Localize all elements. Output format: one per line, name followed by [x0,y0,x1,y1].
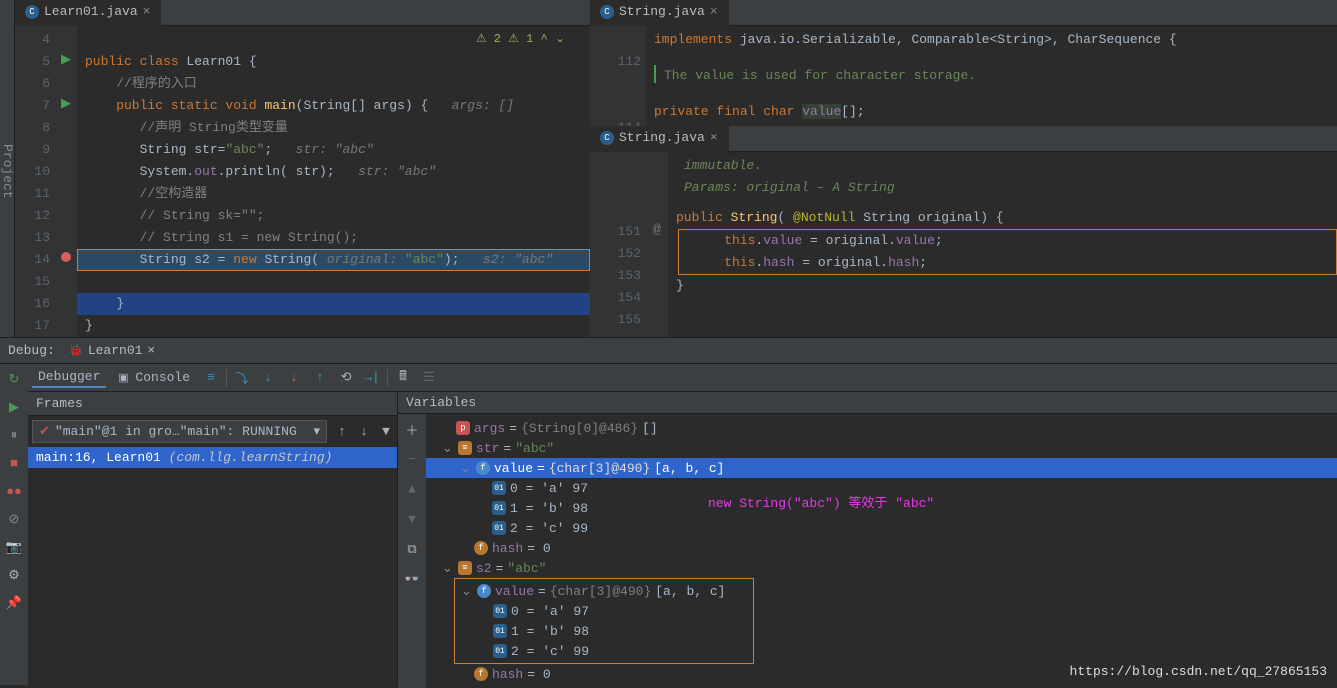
expand-icon[interactable]: ⌄ [460,461,472,476]
close-icon[interactable]: × [710,130,718,145]
variables-title: Variables [406,395,476,410]
index-badge-icon: 01 [492,521,506,535]
settings-icon[interactable]: ⚙ [3,564,25,586]
run-icon[interactable]: ▶ [61,52,71,67]
close-icon[interactable]: × [147,343,155,358]
index-badge-icon: 01 [493,604,507,618]
check-icon: ✔ [39,424,50,439]
line-numbers: 112114115 [590,26,646,126]
code-area[interactable]: ⚠ 2 ⚠ 1 ^ ⌄ public class Learn01 { //程序的… [77,26,590,337]
tab-learn01[interactable]: C Learn01.java × [15,0,161,26]
debug-session-tab[interactable]: 🐞Learn01× [63,341,161,360]
java-class-icon: C [25,5,39,19]
debug-toolwindow-header: Debug: 🐞Learn01× [0,338,1337,364]
trace-icon[interactable]: ☰ [418,367,440,389]
field-badge-icon: f [474,541,488,555]
debugger-tab[interactable]: Debugger [32,367,106,388]
threads-icon[interactable]: ≡ [200,367,222,389]
var-str-hash[interactable]: fhash = 0 [426,538,1337,558]
index-badge-icon: 01 [492,481,506,495]
evaluate-icon[interactable]: 🖩 [392,367,414,389]
var-index[interactable]: 010 = 'a' 97 [455,601,753,621]
console-icon: ▣ [116,371,130,385]
expand-icon[interactable]: ⌄ [442,561,454,576]
var-s2-hash[interactable]: fhash = 0 [426,664,1337,684]
expand-icon[interactable]: ⌄ [442,441,454,456]
project-tool-window-stripe[interactable]: Project [0,0,15,337]
stack-frame[interactable]: main:16, Learn01 (com.llg.learnString) [28,447,397,468]
view-breakpoints-icon[interactable]: ●● [3,480,25,502]
var-args[interactable]: pargs = {String[0]@486} [] [426,418,1337,438]
filter-icon[interactable]: ▼ [375,421,397,443]
force-step-into-icon[interactable]: ↓ [283,367,305,389]
pin-icon[interactable]: 📌 [3,592,25,614]
object-badge-icon: ≡ [458,561,472,575]
down-icon[interactable]: ▼ [401,508,423,530]
mute-breakpoints-icon[interactable]: ⊘ [3,508,25,530]
next-frame-icon[interactable]: ↓ [353,421,375,443]
debug-toolbar: Debugger ▣Console ≡ ⤵ ↓ ↓ ↑ ⟲ →| 🖩 ☰ [28,364,1337,392]
java-class-icon: C [600,5,614,19]
chevron-down-icon[interactable]: ▾ [313,424,320,439]
rerun-icon[interactable]: ↻ [3,368,25,390]
var-str-value[interactable]: ⌄fvalue = {char[3]@490} [a, b, c] [426,458,1337,478]
debug-icon: 🐞 [69,344,83,358]
var-s2[interactable]: ⌄≡s2 = "abc" [426,558,1337,578]
problems-badge[interactable]: ⚠ 2 ⚠ 1 ^ ⌄ [476,31,565,46]
var-index[interactable]: 012 = 'c' 99 [455,641,753,661]
up-icon[interactable]: ▲ [401,478,423,500]
console-tab[interactable]: ▣Console [110,368,196,387]
code-area[interactable]: immutable. Params: original – A String p… [668,152,1337,337]
pause-icon[interactable]: ⏸ [3,424,25,446]
resume-icon[interactable]: ▶ [3,396,25,418]
debug-title: Debug: [8,343,55,358]
line-numbers: 151152153154155 [590,152,646,337]
copy-icon[interactable]: ⧉ [401,538,423,560]
run-to-cursor-icon[interactable]: →| [361,367,383,389]
line-numbers: 4567891011121314151617 [15,26,55,337]
field-badge-icon: f [477,584,491,598]
vars-toolbar: ＋ − ▲ ▼ ⧉ 👓 [398,414,426,688]
project-label: Project [0,144,15,199]
object-badge-icon: ≡ [458,441,472,455]
thread-selector[interactable]: ✔ "main"@1 in gro…"main": RUNNING ▾ [32,420,327,443]
breakpoint-icon[interactable] [61,252,71,262]
var-index[interactable]: 012 = 'c' 99 [426,518,1337,538]
stop-icon[interactable]: ■ [3,452,25,474]
var-index[interactable]: 011 = 'b' 98 [455,621,753,641]
step-into-icon[interactable]: ↓ [257,367,279,389]
index-badge-icon: 01 [493,644,507,658]
expand-icon[interactable]: ⌄ [461,584,473,599]
gutter-marks[interactable]: ▶▶ [55,26,77,337]
add-watch-icon[interactable]: ＋ [401,418,423,440]
glasses-icon[interactable]: 👓 [401,568,423,590]
frames-title: Frames [36,396,83,411]
close-icon[interactable]: × [143,4,151,19]
index-badge-icon: 01 [493,624,507,638]
variables-tree[interactable]: pargs = {String[0]@486} [] ⌄≡str = "abc"… [426,414,1337,688]
tab-string-top[interactable]: CString.java× [590,0,729,26]
code-area[interactable]: implements java.io.Serializable, Compara… [646,26,1337,126]
debug-side-toolbar: ↻ ▶ ⏸ ■ ●● ⊘ 📷 ⚙ 📌 [0,364,28,685]
tab-label: Learn01.java [44,4,138,19]
gutter-marks[interactable]: @ [646,152,668,337]
index-badge-icon: 01 [492,501,506,515]
var-s2-value[interactable]: ⌄fvalue = {char[3]@490} [a, b, c] [455,581,753,601]
java-class-icon: C [600,131,614,145]
camera-icon[interactable]: 📷 [3,536,25,558]
step-over-icon[interactable]: ⤵ [231,367,253,389]
field-badge-icon: f [474,667,488,681]
tab-string-bottom[interactable]: CString.java× [590,126,729,152]
remove-watch-icon[interactable]: − [401,448,423,470]
param-badge-icon: p [456,421,470,435]
drop-frame-icon[interactable]: ⟲ [335,367,357,389]
field-badge-icon: f [476,461,490,475]
close-icon[interactable]: × [710,4,718,19]
prev-frame-icon[interactable]: ↑ [331,421,353,443]
step-out-icon[interactable]: ↑ [309,367,331,389]
run-icon[interactable]: ▶ [61,96,71,111]
var-str[interactable]: ⌄≡str = "abc" [426,438,1337,458]
annotation-text: new String("abc") 等效于 "abc" [708,492,934,511]
